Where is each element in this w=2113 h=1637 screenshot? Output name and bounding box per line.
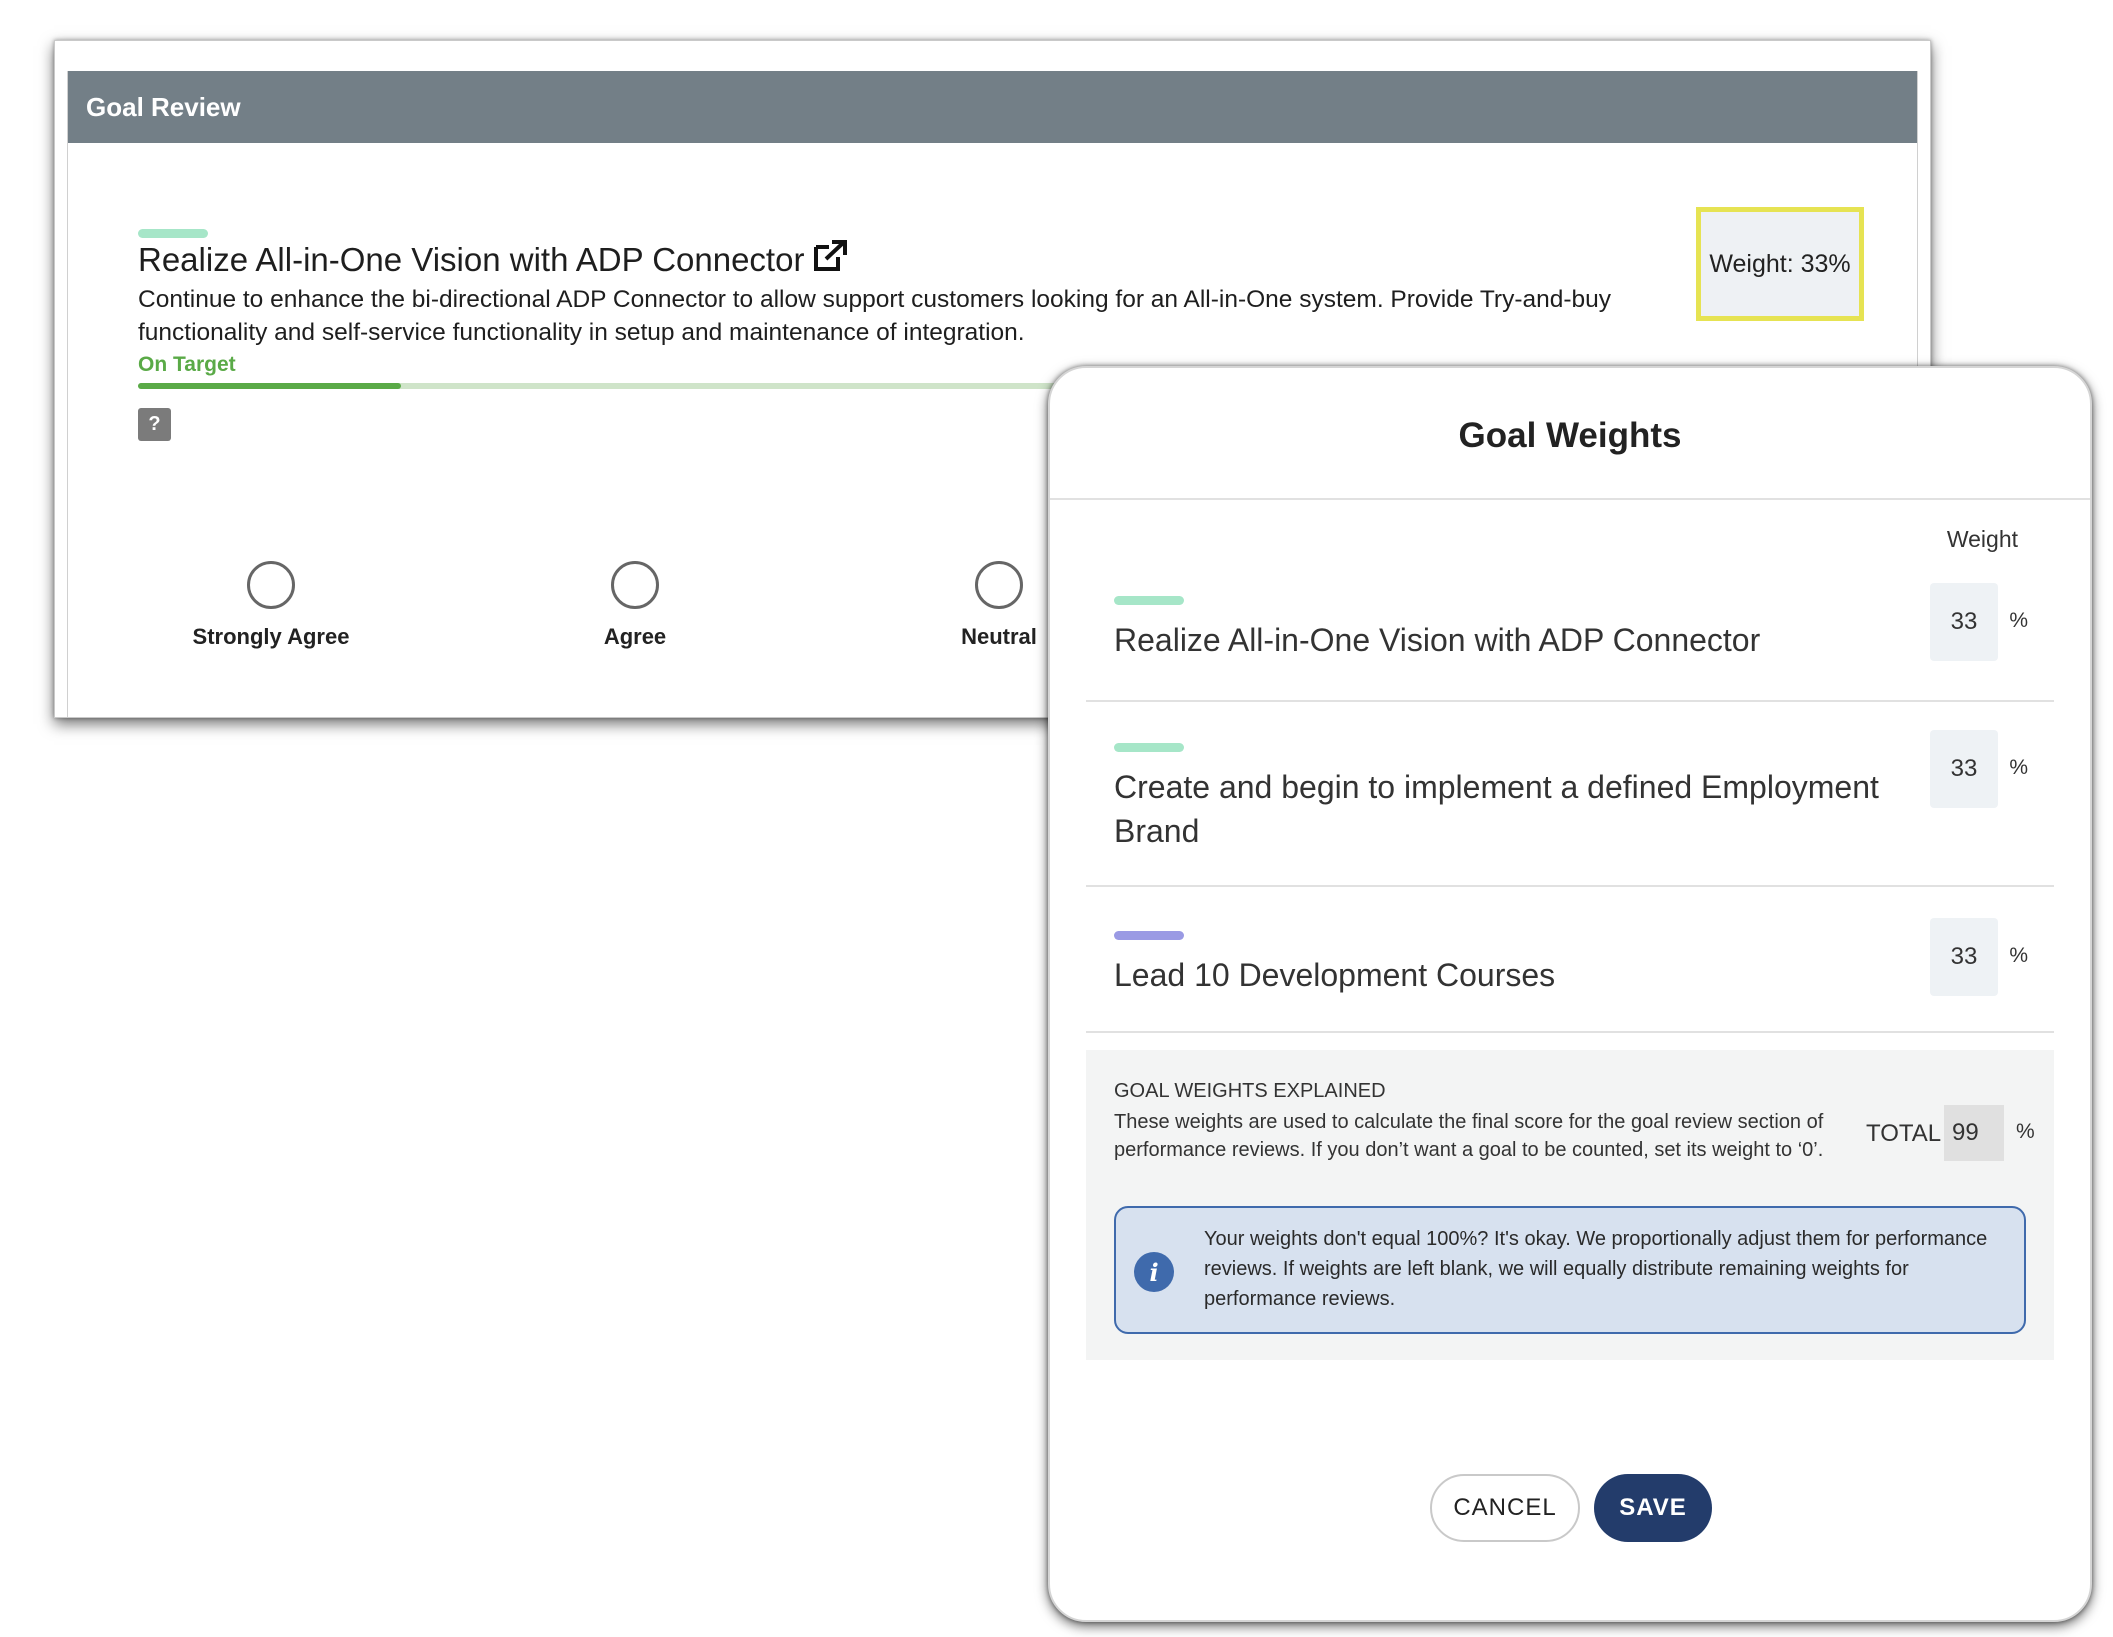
goal-weight-indicator[interactable]: Weight: 33%: [1696, 207, 1864, 321]
goal-weights-explained: GOAL WEIGHTS EXPLAINED These weights are…: [1086, 1050, 2054, 1360]
goal-category-chip: [1114, 743, 1184, 752]
goal-title: Create and begin to implement a defined …: [1114, 769, 1879, 849]
percent-unit: %: [2009, 944, 2028, 967]
review-goal-title[interactable]: Realize All-in-One Vision with ADP Conne…: [138, 241, 804, 279]
goal-progress-fill: [138, 383, 401, 389]
goal-category-chip: [138, 229, 208, 238]
goal-progress-bar: [138, 383, 1138, 389]
goal-weight-label: Weight: 33%: [1709, 249, 1851, 278]
total-label: TOTAL: [1866, 1120, 1942, 1147]
goal-category-chip: [1114, 931, 1184, 940]
explained-heading: GOAL WEIGHTS EXPLAINED: [1114, 1080, 1386, 1102]
info-alert: i Your weights don't equal 100%? It's ok…: [1114, 1206, 2026, 1334]
rating-label: Strongly Agree: [192, 624, 350, 649]
percent-unit: %: [2016, 1120, 2035, 1143]
rating-option-strongly-agree[interactable]: Strongly Agree: [171, 561, 371, 650]
rating-label: Agree: [603, 624, 667, 649]
goal-weight-input[interactable]: [1930, 918, 1998, 996]
goal-title: Realize All-in-One Vision with ADP Conne…: [1114, 622, 1761, 658]
goal-category-chip: [1114, 596, 1184, 605]
percent-unit: %: [2009, 756, 2028, 779]
help-button[interactable]: ?: [138, 408, 171, 441]
explained-text: These weights are used to calculate the …: [1114, 1111, 1824, 1161]
goal-weights-modal: Goal Weights Weight Realize All-in-One V…: [1048, 366, 2092, 1622]
goal-weight-row: Realize All-in-One Vision with ADP Conne…: [1086, 583, 2054, 702]
rating-option-agree[interactable]: Agree: [535, 561, 735, 650]
weight-column-header: Weight: [1946, 526, 2018, 552]
review-goal-heading: Realize All-in-One Vision with ADP Conne…: [138, 239, 848, 281]
save-button[interactable]: SAVE: [1594, 1474, 1712, 1542]
goal-status-label: On Target: [138, 353, 236, 376]
info-icon: i: [1134, 1252, 1174, 1292]
goal-weight-input[interactable]: [1930, 583, 1998, 661]
cancel-button[interactable]: CANCEL: [1430, 1474, 1580, 1542]
goal-review-header: Goal Review: [68, 71, 1917, 143]
rating-radio[interactable]: [975, 561, 1023, 609]
review-goal-description: Continue to enhance the bi-directional A…: [138, 286, 1612, 346]
goal-weight-row: Create and begin to implement a defined …: [1086, 730, 2054, 887]
external-link-icon[interactable]: [812, 239, 848, 281]
percent-unit: %: [2009, 609, 2028, 632]
modal-title: Goal Weights: [1458, 416, 1682, 455]
goal-review-title: Goal Review: [86, 91, 241, 122]
goal-weight-input[interactable]: [1930, 730, 1998, 808]
goal-weight-row: Lead 10 Development Courses %: [1086, 918, 2054, 1033]
rating-radio[interactable]: [611, 561, 659, 609]
info-text: Your weights don't equal 100%? It's okay…: [1204, 1228, 1988, 1310]
modal-divider: [1050, 498, 2090, 500]
rating-radio[interactable]: [247, 561, 295, 609]
goal-title: Lead 10 Development Courses: [1114, 957, 1556, 993]
total-weight-field: [1944, 1105, 2004, 1161]
